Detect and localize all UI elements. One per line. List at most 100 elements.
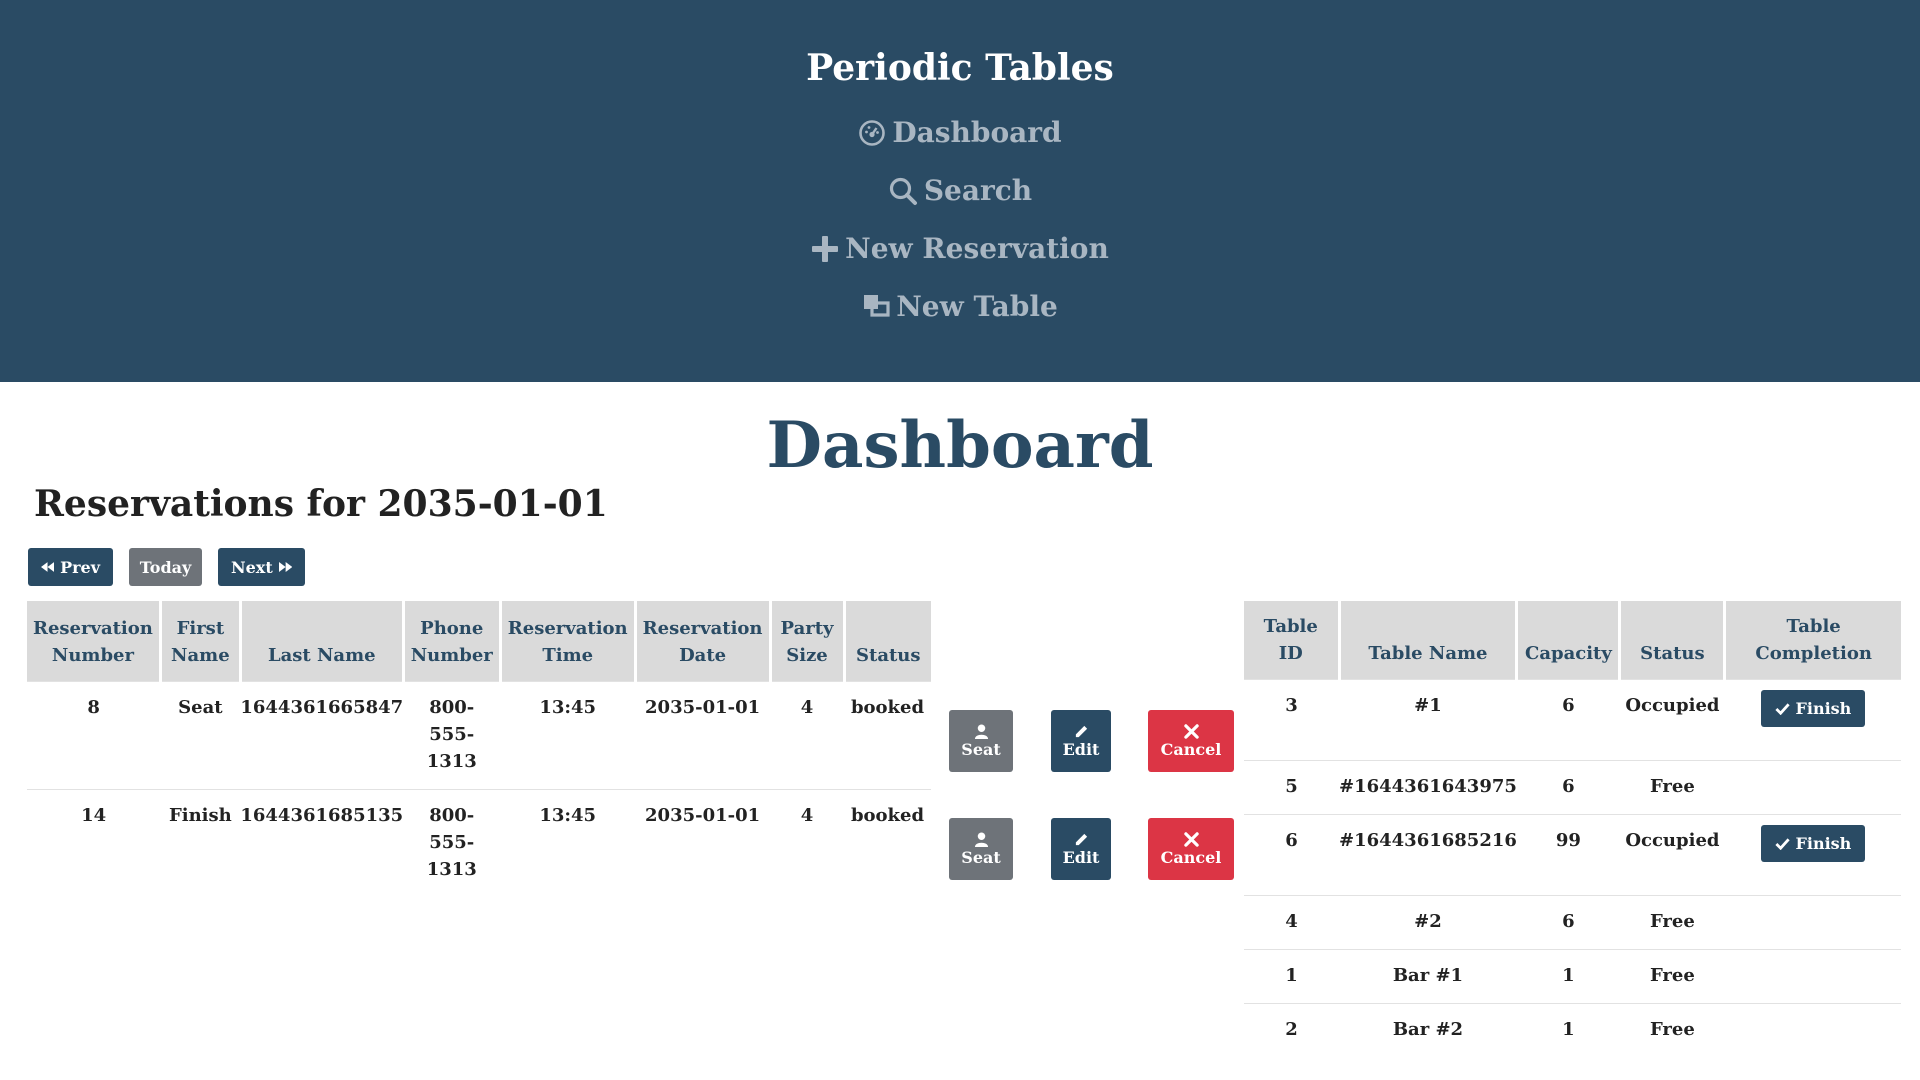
cancel-button[interactable]: Cancel	[1147, 710, 1235, 772]
col-table-completion: Table Completion	[1724, 601, 1901, 680]
col-party-size: Party Size	[770, 601, 846, 681]
table-completion-cell	[1724, 949, 1901, 1004]
table-capacity: 99	[1516, 814, 1620, 896]
edit-label: Edit	[1062, 847, 1100, 867]
col-last-name: Last Name	[240, 601, 405, 681]
reservation-status: booked	[844, 680, 932, 789]
nav-item-search[interactable]: Search	[888, 162, 1032, 220]
nav-item-new-table[interactable]: New Table	[862, 278, 1058, 336]
last-name: 1644361665847	[240, 680, 404, 789]
date-navigation: Prev Today Next	[28, 548, 305, 586]
new-table-icon	[862, 293, 890, 321]
reservation-date: 2035-01-01	[635, 788, 771, 897]
cancel-button[interactable]: Cancel	[1147, 818, 1235, 880]
reservation-date: 2035-01-01	[635, 680, 771, 789]
search-icon	[888, 176, 918, 206]
edit-button[interactable]: Edit	[1050, 710, 1112, 772]
finish-button[interactable]: Finish	[1760, 825, 1866, 862]
table-capacity: 6	[1516, 760, 1620, 815]
nav-label-new-table: New Table	[896, 290, 1058, 323]
table-completion-cell: Finish	[1724, 679, 1901, 761]
rewind-icon	[41, 562, 55, 572]
user-icon	[974, 723, 988, 739]
prev-button[interactable]: Prev	[28, 548, 113, 586]
table-row: 4 #2 6 Free	[1244, 895, 1901, 950]
table-id: 5	[1244, 760, 1339, 815]
page-title: Dashboard	[766, 408, 1154, 483]
dashboard-icon	[858, 119, 886, 147]
phone-number: 800-555-1313	[403, 680, 501, 789]
main-content: Dashboard Reservations for 2035-01-01 Pr…	[0, 382, 1920, 1080]
seat-label: Seat	[961, 739, 1001, 759]
nav-label-search: Search	[923, 174, 1033, 207]
table-id: 3	[1244, 679, 1339, 761]
col-reservation-date: Reservation Date	[635, 601, 772, 681]
reservation-time: 13:45	[500, 788, 636, 897]
first-name: Seat	[160, 680, 241, 789]
col-table-name: Table Name	[1339, 601, 1519, 680]
finish-label: Finish	[1795, 834, 1852, 853]
table-row: 3 #1 6 Occupied Finish	[1244, 679, 1901, 761]
table-row: 6 #1644361685216 99 Occupied Finish	[1244, 814, 1901, 896]
col-table-status: Status	[1619, 601, 1727, 680]
table-row: 2 Bar #2 1 Free	[1244, 1003, 1901, 1058]
reservation-number: 14	[27, 788, 161, 897]
col-reservation-number: Reservation Number	[27, 601, 162, 681]
table-name: #1	[1339, 679, 1517, 761]
table-row: 1 Bar #1 1 Free	[1244, 949, 1901, 1004]
table-name: #1644361685216	[1339, 814, 1517, 896]
table-status: Free	[1619, 949, 1725, 1004]
reservation-row: 8 Seat 1644361665847 800-555-1313 13:45 …	[27, 680, 1251, 789]
table-capacity: 6	[1516, 895, 1620, 950]
edit-label: Edit	[1062, 739, 1100, 759]
table-capacity: 1	[1516, 1003, 1620, 1058]
col-first-name: First Name	[160, 601, 242, 681]
next-button[interactable]: Next	[218, 548, 305, 586]
table-completion-cell	[1724, 1003, 1901, 1058]
nav-list: Dashboard Search New Reservation New Tab…	[811, 104, 1109, 336]
x-icon	[1183, 831, 1199, 847]
col-capacity: Capacity	[1516, 601, 1622, 680]
seat-label: Seat	[961, 847, 1001, 867]
fast-forward-icon	[278, 562, 292, 572]
phone-number: 800-555-1313	[403, 788, 501, 897]
finish-label: Finish	[1795, 699, 1852, 718]
table-id: 6	[1244, 814, 1339, 896]
table-id: 1	[1244, 949, 1339, 1004]
table-capacity: 1	[1516, 949, 1620, 1004]
today-button[interactable]: Today	[129, 548, 202, 586]
reservations-heading: Reservations for 2035-01-01	[34, 483, 608, 525]
app-brand[interactable]: Periodic Tables	[806, 46, 1114, 90]
table-name: #2	[1339, 895, 1517, 950]
check-icon	[1774, 838, 1790, 850]
reservation-number: 8	[27, 680, 161, 789]
seat-cell: Seat	[931, 681, 1031, 789]
nav-label-new-reservation: New Reservation	[845, 232, 1109, 265]
col-table-id: Table ID	[1244, 601, 1341, 680]
table-status: Free	[1619, 1003, 1725, 1058]
nav-label-dashboard: Dashboard	[892, 116, 1062, 149]
edit-button[interactable]: Edit	[1050, 818, 1112, 880]
cancel-label: Cancel	[1160, 847, 1222, 867]
nav-item-dashboard[interactable]: Dashboard	[858, 104, 1062, 162]
table-name: Bar #2	[1339, 1003, 1517, 1058]
table-capacity: 6	[1516, 679, 1620, 761]
next-label: Next	[231, 557, 273, 577]
prev-label: Prev	[60, 557, 100, 577]
col-status: Status	[844, 601, 932, 681]
reservation-status: booked	[844, 788, 932, 897]
edit-cell: Edit	[1031, 681, 1131, 789]
tables-table: Table ID Table Name Capacity Status Tabl…	[1244, 601, 1901, 1058]
reservations-header-row: Reservation Number First Name Last Name …	[27, 601, 1253, 681]
first-name: Finish	[160, 788, 241, 897]
check-icon	[1774, 703, 1790, 715]
cancel-cell: Cancel	[1131, 789, 1251, 897]
party-size: 4	[770, 680, 845, 789]
nav-item-new-reservation[interactable]: New Reservation	[811, 220, 1109, 278]
table-status: Occupied	[1619, 814, 1725, 896]
table-name: Bar #1	[1339, 949, 1517, 1004]
seat-button[interactable]: Seat	[949, 710, 1013, 772]
seat-button[interactable]: Seat	[949, 818, 1013, 880]
finish-button[interactable]: Finish	[1760, 690, 1866, 727]
cancel-cell: Cancel	[1131, 681, 1251, 789]
